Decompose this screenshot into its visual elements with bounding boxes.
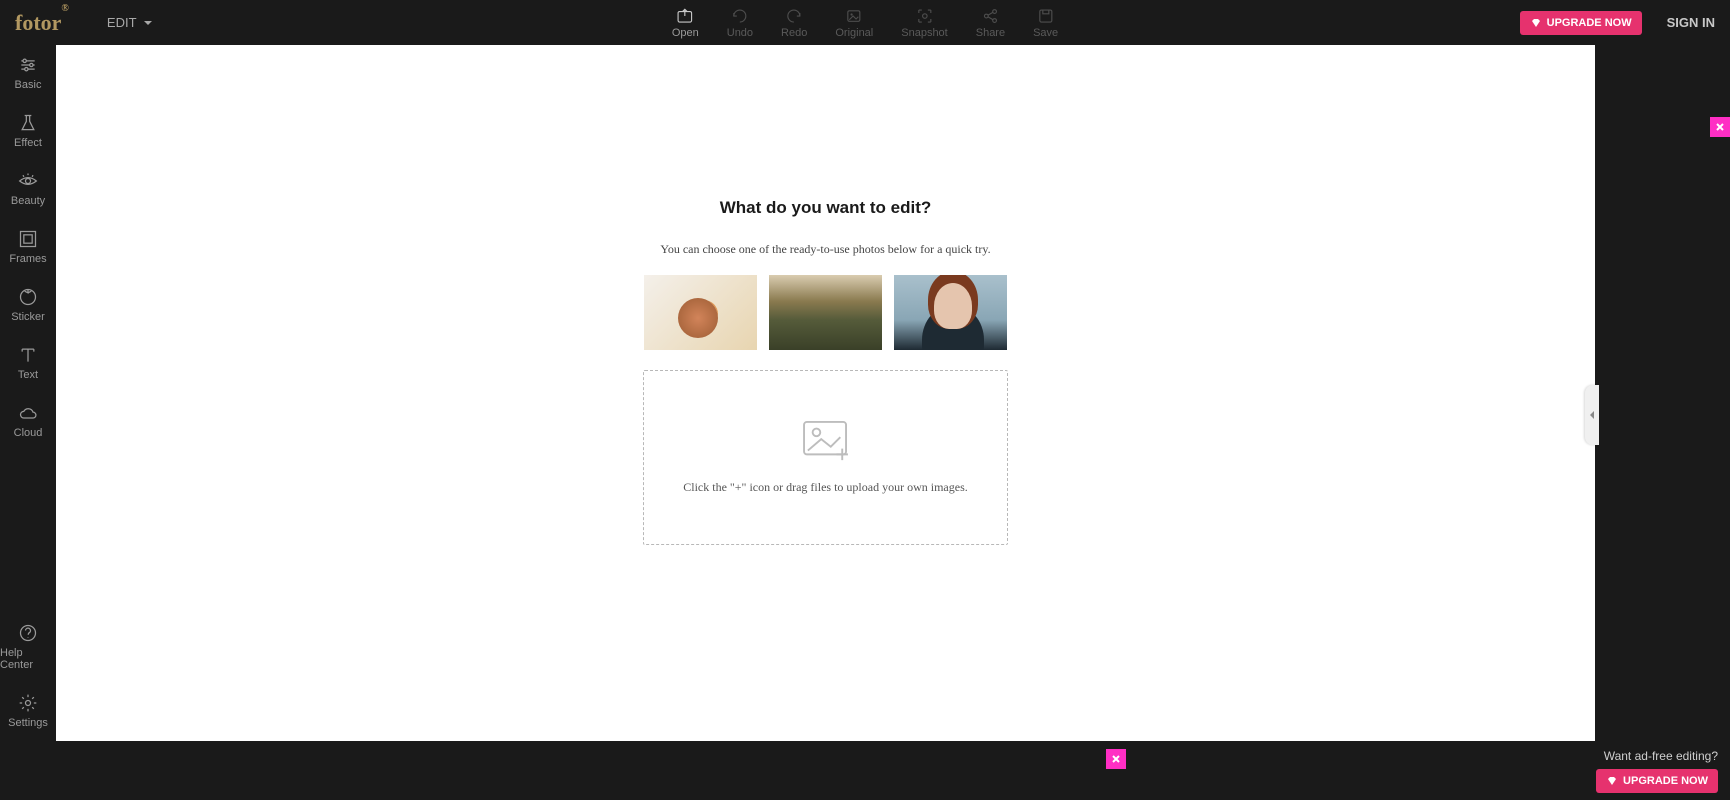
right-rail — [1595, 45, 1730, 741]
share-label: Share — [976, 27, 1005, 39]
text-icon — [18, 345, 38, 365]
settings-label: Settings — [8, 717, 48, 729]
sidebar-item-beauty[interactable]: Beauty — [0, 161, 56, 219]
open-label: Open — [672, 27, 699, 39]
header-right: UPGRADE NOW SIGN IN — [1520, 11, 1715, 35]
sample-thumbs — [643, 275, 1008, 350]
redo-icon — [785, 7, 803, 25]
panel-collapse-tab[interactable] — [1585, 385, 1599, 445]
open-button[interactable]: Open — [672, 7, 699, 39]
logo[interactable]: fotor® — [15, 10, 77, 36]
sidebar-spacer — [0, 451, 56, 613]
footer: Want ad-free editing? UPGRADE NOW — [56, 741, 1730, 800]
sticker-icon — [18, 287, 38, 307]
edit-menu-label: EDIT — [107, 15, 137, 30]
effect-label: Effect — [14, 137, 42, 149]
sidebar: Basic Effect Beauty Frames Sticker Text … — [0, 45, 56, 741]
sample-photo-1[interactable] — [644, 275, 757, 350]
beauty-label: Beauty — [11, 195, 45, 207]
dropzone-text: Click the "+" icon or drag files to uplo… — [683, 480, 968, 495]
footer-upgrade-button[interactable]: UPGRADE NOW — [1596, 769, 1718, 793]
sidebar-item-cloud[interactable]: Cloud — [0, 393, 56, 451]
original-button[interactable]: Original — [835, 7, 873, 39]
diamond-icon — [1530, 17, 1542, 29]
frame-icon — [18, 229, 38, 249]
flask-icon — [18, 113, 38, 133]
undo-label: Undo — [727, 27, 753, 39]
page-subtitle: You can choose one of the ready-to-use p… — [643, 242, 1008, 257]
sample-photo-3[interactable] — [894, 275, 1007, 350]
snapshot-button[interactable]: Snapshot — [901, 7, 947, 39]
logo-reg-mark: ® — [61, 3, 68, 14]
edit-menu[interactable]: EDIT — [107, 15, 153, 30]
text-label: Text — [18, 369, 38, 381]
sidebar-item-settings[interactable]: Settings — [0, 683, 56, 741]
cloud-icon — [18, 403, 38, 423]
toolbar: Open Undo Redo Original Snapshot Share S… — [672, 7, 1058, 39]
cloud-label: Cloud — [14, 427, 43, 439]
footer-right: Want ad-free editing? UPGRADE NOW — [1596, 749, 1718, 793]
snapshot-label: Snapshot — [901, 27, 947, 39]
eye-icon — [18, 171, 38, 191]
sidebar-item-help[interactable]: Help Center — [0, 613, 56, 683]
undo-button[interactable]: Undo — [727, 7, 753, 39]
gear-icon — [18, 693, 38, 713]
sticker-label: Sticker — [11, 311, 45, 323]
logo-text: fotor — [15, 10, 61, 35]
open-icon — [676, 7, 694, 25]
redo-button[interactable]: Redo — [781, 7, 807, 39]
sliders-icon — [18, 55, 38, 75]
upgrade-button[interactable]: UPGRADE NOW — [1520, 11, 1642, 35]
share-button[interactable]: Share — [976, 7, 1005, 39]
adfree-text: Want ad-free editing? — [1596, 749, 1718, 763]
close-icon — [1715, 122, 1725, 132]
upload-dropzone[interactable]: Click the "+" icon or drag files to uplo… — [643, 370, 1008, 545]
save-button[interactable]: Save — [1033, 7, 1058, 39]
undo-icon — [731, 7, 749, 25]
footer-close-ad-button[interactable] — [1106, 749, 1126, 769]
chevron-left-icon — [1589, 410, 1595, 420]
sidebar-item-frames[interactable]: Frames — [0, 219, 56, 277]
sidebar-item-basic[interactable]: Basic — [0, 45, 56, 103]
diamond-icon — [1606, 775, 1618, 787]
help-label: Help Center — [0, 647, 56, 671]
share-icon — [981, 7, 999, 25]
chevron-down-icon — [143, 18, 153, 28]
close-icon — [1111, 754, 1121, 764]
signin-label: SIGN IN — [1667, 15, 1715, 30]
save-icon — [1037, 7, 1055, 25]
redo-label: Redo — [781, 27, 807, 39]
basic-label: Basic — [15, 79, 42, 91]
original-label: Original — [835, 27, 873, 39]
header: fotor® EDIT Open Undo Redo Original Snap… — [0, 0, 1730, 45]
upgrade-label: UPGRADE NOW — [1547, 17, 1632, 29]
sample-photo-2[interactable] — [769, 275, 882, 350]
page-title: What do you want to edit? — [643, 198, 1008, 218]
snapshot-icon — [915, 7, 933, 25]
image-plus-icon — [802, 420, 850, 462]
canvas: What do you want to edit? You can choose… — [56, 45, 1595, 741]
help-icon — [18, 623, 38, 643]
close-ad-button[interactable] — [1710, 117, 1730, 137]
canvas-inner: What do you want to edit? You can choose… — [643, 198, 1008, 545]
signin-button[interactable]: SIGN IN — [1667, 15, 1715, 30]
sidebar-item-effect[interactable]: Effect — [0, 103, 56, 161]
sidebar-item-text[interactable]: Text — [0, 335, 56, 393]
footer-upgrade-label: UPGRADE NOW — [1623, 775, 1708, 787]
original-icon — [845, 7, 863, 25]
frames-label: Frames — [9, 253, 46, 265]
sidebar-item-sticker[interactable]: Sticker — [0, 277, 56, 335]
save-label: Save — [1033, 27, 1058, 39]
